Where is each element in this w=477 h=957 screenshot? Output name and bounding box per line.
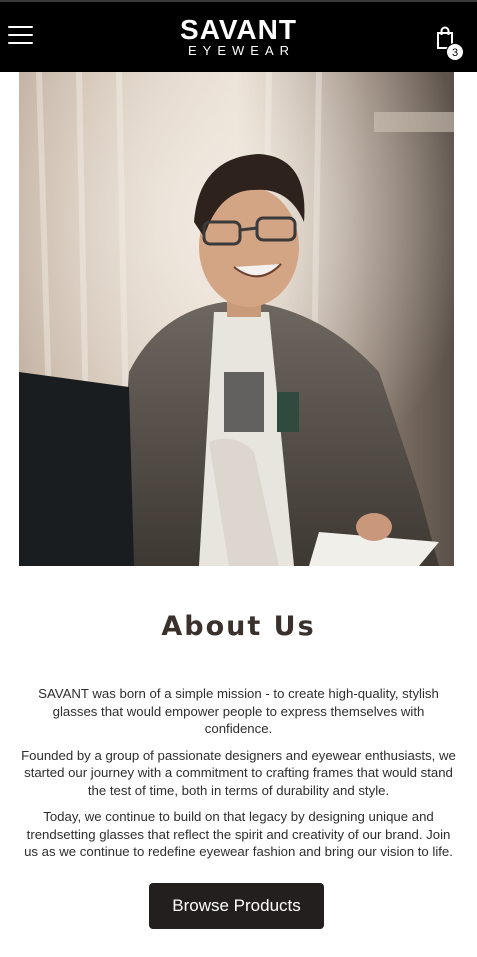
about-paragraph-2: Founded by a group of passionate designe… (21, 747, 456, 798)
about-paragraph-1: SAVANT was born of a simple mission - to… (38, 686, 439, 736)
about-paragraph-3: Today, we continue to build on that lega… (24, 809, 453, 859)
brand-logo[interactable]: SAVANT EYEWEAR (0, 16, 477, 58)
browse-products-button[interactable]: Browse Products (149, 883, 324, 929)
hero-image (19, 72, 454, 566)
about-title: About Us (161, 611, 316, 642)
logo-sub-text: EYEWEAR (187, 43, 295, 58)
site-header: SAVANT EYEWEAR 3 (0, 0, 477, 72)
cart-button[interactable]: 3 (434, 26, 466, 64)
logo-main-text: SAVANT (180, 14, 297, 45)
cart-count-badge: 3 (446, 43, 464, 61)
about-text: SAVANT was born of a simple mission - to… (20, 685, 457, 870)
